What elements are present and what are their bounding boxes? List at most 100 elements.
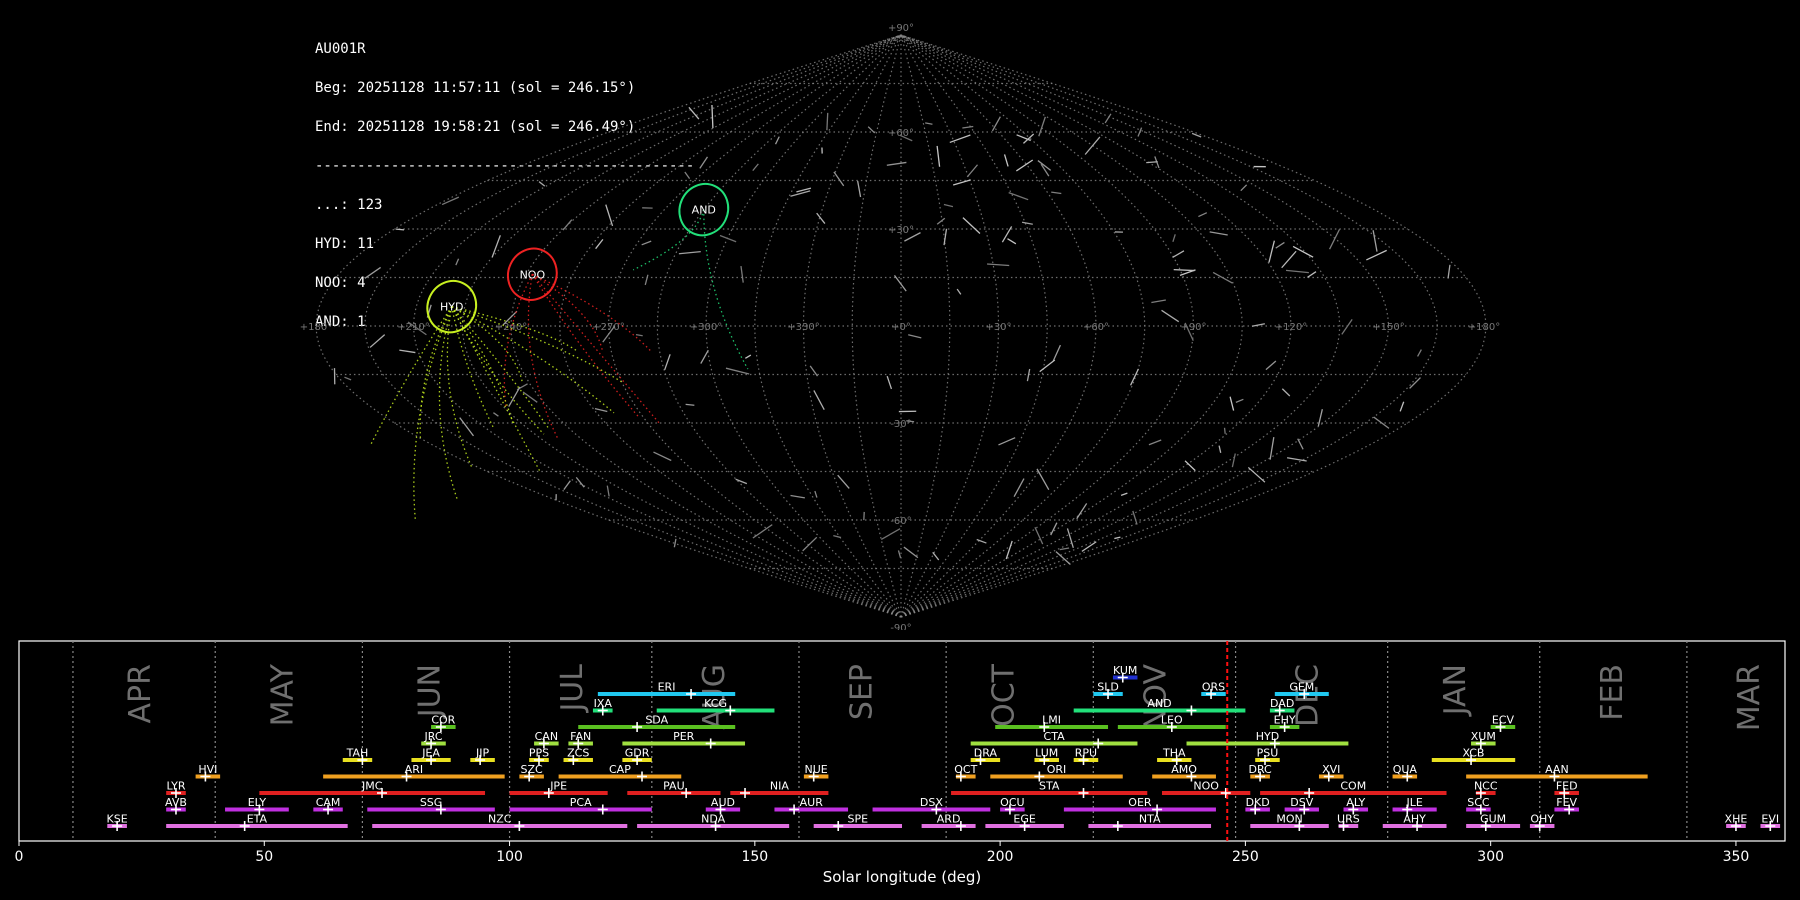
shower-label: AHY <box>1403 813 1426 826</box>
x-tick-label: 350 <box>1723 849 1750 865</box>
shower-label: AMO <box>1171 763 1197 776</box>
x-tick-label: 250 <box>1232 849 1259 865</box>
shower-label: JLE <box>1405 796 1422 809</box>
x-axis-title: Solar longitude (deg) <box>823 868 981 886</box>
shower-label: ALY <box>1346 796 1365 809</box>
month-label: FEB <box>1595 664 1630 721</box>
shower-label: GDR <box>625 747 650 760</box>
shower-label: AND <box>1147 697 1171 710</box>
shower-label: OER <box>1128 796 1152 809</box>
month-label: JUN <box>413 664 448 719</box>
shower-label: ELY <box>248 796 267 809</box>
shower-label: XCB <box>1463 747 1485 760</box>
shower-label: COR <box>431 714 455 727</box>
shower-label: SLD <box>1097 681 1119 694</box>
shower-label: PPS <box>529 747 549 760</box>
shower-label: TAH <box>346 747 369 760</box>
month-label: JUL <box>555 664 590 714</box>
shower-label: ORS <box>1202 681 1225 694</box>
shower-label: CAM <box>316 796 341 809</box>
shower-label: DAD <box>1270 697 1294 710</box>
shower-label: OCU <box>1000 796 1024 809</box>
shower-label: JJP <box>475 747 489 760</box>
shower-label: LYR <box>166 780 185 793</box>
shower-label: DKD <box>1246 796 1270 809</box>
shower-label: HYD <box>1256 730 1279 743</box>
shower-label: SDA <box>645 714 668 727</box>
shower-label: LMI <box>1042 714 1061 727</box>
shower-label: DSX <box>920 796 943 809</box>
shower-label: SZC <box>521 763 544 776</box>
shower-label: SPE <box>848 813 869 826</box>
shower-label: MON <box>1276 813 1302 826</box>
month-label: OCT <box>987 663 1022 727</box>
month-label: MAY <box>265 663 300 726</box>
shower-label: ZCS <box>567 747 589 760</box>
shower-label: PER <box>673 730 695 743</box>
shower-label: JRC <box>424 730 443 743</box>
x-tick-label: 200 <box>987 849 1014 865</box>
shower-label: FED <box>1556 780 1578 793</box>
shower-label: PAU <box>663 780 685 793</box>
shower-label: XUM <box>1471 730 1496 743</box>
shower-label: IXA <box>594 697 613 710</box>
shower-label: ORI <box>1047 763 1067 776</box>
shower-label: ARI <box>405 763 423 776</box>
shower-label: DSV <box>1290 796 1313 809</box>
shower-label: OCT <box>954 763 977 776</box>
shower-label: JEA <box>421 747 440 760</box>
shower-label: DRA <box>974 747 998 760</box>
shower-label: KUM <box>1113 664 1137 677</box>
shower-label: EGE <box>1013 813 1035 826</box>
shower-label: SSG <box>420 796 443 809</box>
shower-label: HVI <box>198 763 217 776</box>
shower-label: URS <box>1337 813 1360 826</box>
shower-label: NIA <box>770 780 789 793</box>
shower-label: XVI <box>1322 763 1340 776</box>
shower-label: NUE <box>805 763 828 776</box>
shower-label: LEO <box>1161 714 1183 727</box>
shower-label: SCC <box>1467 796 1490 809</box>
shower-label: FEV <box>1556 796 1577 809</box>
shower-label: QUA <box>1393 763 1418 776</box>
shower-label: NTA <box>1139 813 1161 826</box>
shower-label: NCC <box>1474 780 1498 793</box>
shower-label: AVB <box>165 796 187 809</box>
month-label: MAR <box>1732 664 1767 731</box>
shower-label: EHY <box>1274 714 1296 727</box>
shower-label: ERI <box>658 681 676 694</box>
x-tick-label: 300 <box>1477 849 1504 865</box>
shower-label: EVI <box>1761 813 1779 826</box>
shower-label: AAN <box>1545 763 1569 776</box>
x-tick-label: 150 <box>741 849 768 865</box>
shower-label: CAP <box>609 763 631 776</box>
shower-label: XHE <box>1725 813 1748 826</box>
shower-label: OHY <box>1530 813 1554 826</box>
shower-label: CAN <box>535 730 558 743</box>
shower-label: DRC <box>1248 763 1272 776</box>
shower-label: AUR <box>800 796 824 809</box>
shower-label: NDA <box>701 813 726 826</box>
shower-label: GEM <box>1289 681 1314 694</box>
month-label: JAN <box>1438 664 1473 717</box>
shower-label: FAN <box>570 730 591 743</box>
shower-label: LUM <box>1035 747 1058 760</box>
x-tick-label: 0 <box>15 849 24 865</box>
shower-label: STA <box>1039 780 1060 793</box>
shower-label: AUD <box>711 796 735 809</box>
shower-label: ETA <box>247 813 268 826</box>
shower-label: COM <box>1340 780 1366 793</box>
shower-label: KSE <box>107 813 128 826</box>
shower-timeline-chart: APR MAY JUN JUL AUG SEP OCT NOV DEC JAN FEB MARKUME… <box>15 640 1786 886</box>
shower-label: PCA <box>570 796 592 809</box>
shower-label: NOO <box>1193 780 1219 793</box>
shower-label: JMC <box>361 780 383 793</box>
shower-label: PSU <box>1257 747 1279 760</box>
shower-label: CTA <box>1044 730 1066 743</box>
shower-label: NZC <box>488 813 512 826</box>
month-label: SEP <box>844 664 879 720</box>
shower-label: KCG <box>704 697 727 710</box>
shower-label: ECV <box>1492 714 1515 727</box>
shower-label: RPU <box>1075 747 1097 760</box>
shower-label: ARD <box>937 813 961 826</box>
